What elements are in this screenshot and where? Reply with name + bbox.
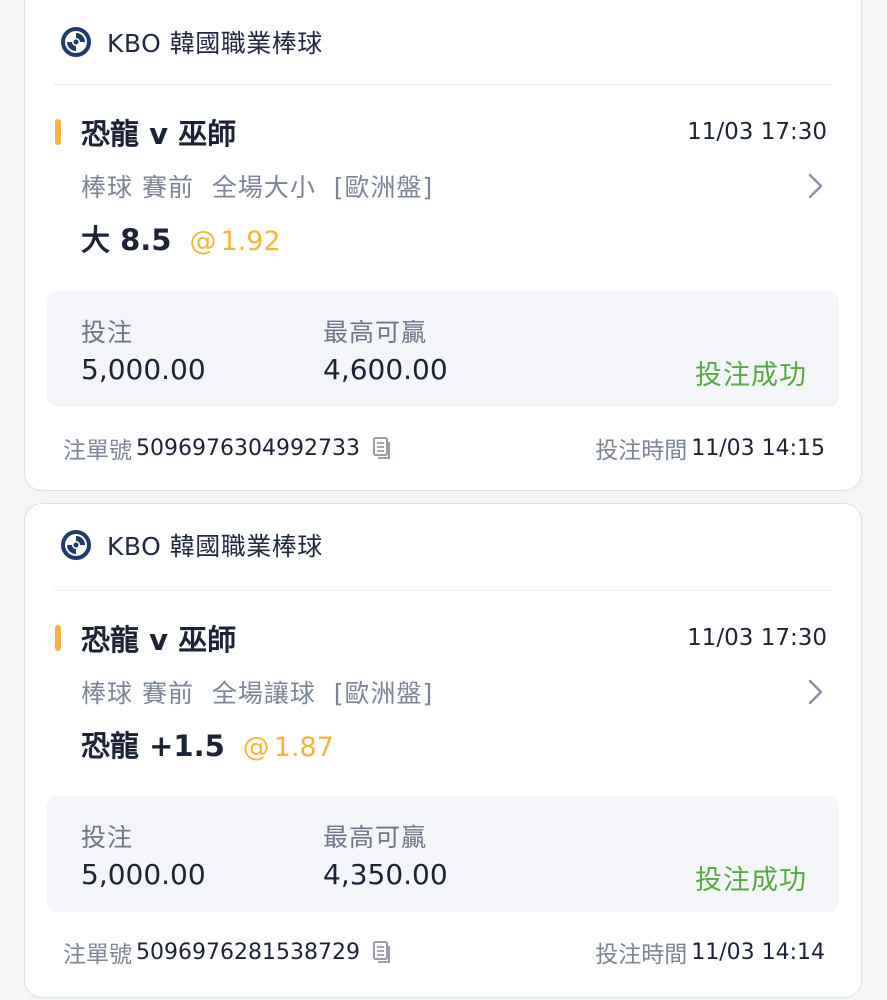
league-name: KBO 韓國職業棒球 [107, 532, 323, 561]
order-number-label: 注單號 [63, 942, 132, 968]
max-win-column: 最高可贏 4,350.00 [323, 818, 448, 891]
kbo-logo-icon [61, 27, 91, 57]
league-name: KBO 韓國職業棒球 [107, 29, 323, 58]
match-title: 恐龍 v 巫師 [81, 117, 237, 151]
bet-footer: 注單號 5096976281538729 投注時間 11/03 14:14 [63, 935, 825, 969]
odds-at-symbol: @ [242, 732, 270, 763]
bet-footer: 注單號 5096976304992733 投注時間 11/03 14:15 [63, 431, 825, 465]
stake-value: 5,000.00 [81, 353, 206, 386]
market-description: 棒球 賽前 全場讓球 [歐洲盤] [81, 679, 434, 708]
order-number: 5096976304992733 [136, 435, 360, 461]
chevron-right-icon[interactable] [805, 170, 825, 202]
bet-history-page: KBO 韓國職業棒球 恐龍 v 巫師 11/03 17:30 棒球 賽前 全場大… [0, 0, 887, 1000]
max-win-label: 最高可贏 [323, 823, 428, 852]
match-title: 恐龍 v 巫師 [81, 623, 237, 657]
stake-label: 投注 [81, 823, 134, 852]
market-row[interactable]: 棒球 賽前 全場讓球 [歐洲盤] [81, 674, 825, 710]
max-win-column: 最高可贏 4,600.00 [323, 313, 448, 386]
bet-time: 11/03 14:15 [691, 435, 825, 461]
bet-time: 11/03 14:14 [691, 939, 825, 965]
chevron-right-icon[interactable] [805, 676, 825, 708]
odds-value: 1.92 [220, 226, 281, 257]
bet-card[interactable]: KBO 韓國職業棒球 恐龍 v 巫師 11/03 17:30 棒球 賽前 全場讓… [24, 503, 862, 998]
kbo-logo-icon [61, 530, 91, 560]
accent-bar [55, 625, 61, 651]
bet-summary: 投注 5,000.00 最高可贏 4,350.00 投注成功 [47, 796, 839, 912]
match-time: 11/03 17:30 [687, 119, 827, 145]
stake-value: 5,000.00 [81, 858, 206, 891]
max-win-value: 4,600.00 [323, 353, 448, 386]
league-header: KBO 韓國職業棒球 [61, 24, 323, 60]
copy-icon[interactable] [372, 436, 392, 460]
odds-at-symbol: @ [189, 226, 217, 257]
max-win-label: 最高可贏 [323, 318, 428, 347]
status-badge: 投注成功 [695, 865, 807, 896]
bet-time-label: 投注時間 [595, 942, 688, 968]
league-header: KBO 韓國職業棒球 [61, 527, 323, 563]
order-number-label: 注單號 [63, 438, 132, 464]
stake-column: 投注 5,000.00 [81, 313, 206, 386]
match-row: 恐龍 v 巫師 11/03 17:30 [55, 617, 827, 659]
accent-bar [55, 119, 61, 145]
pick-row: 恐龍 +1.5 @ 1.87 [81, 723, 334, 765]
pick-row: 大 8.5 @ 1.92 [81, 217, 281, 259]
divider [53, 84, 833, 85]
odds-value: 1.87 [273, 732, 334, 763]
market-description: 棒球 賽前 全場大小 [歐洲盤] [81, 173, 434, 202]
bet-summary: 投注 5,000.00 最高可贏 4,600.00 投注成功 [47, 291, 839, 407]
max-win-value: 4,350.00 [323, 858, 448, 891]
copy-icon[interactable] [372, 940, 392, 964]
match-time: 11/03 17:30 [687, 625, 827, 651]
status-badge: 投注成功 [695, 360, 807, 391]
stake-label: 投注 [81, 318, 134, 347]
stake-column: 投注 5,000.00 [81, 818, 206, 891]
bet-card[interactable]: KBO 韓國職業棒球 恐龍 v 巫師 11/03 17:30 棒球 賽前 全場大… [24, 0, 862, 491]
pick-selection: 恐龍 +1.5 [81, 729, 225, 763]
order-number: 5096976281538729 [136, 939, 360, 965]
pick-selection: 大 8.5 [81, 223, 172, 257]
market-row[interactable]: 棒球 賽前 全場大小 [歐洲盤] [81, 168, 825, 204]
match-row: 恐龍 v 巫師 11/03 17:30 [55, 111, 827, 153]
divider [53, 590, 833, 591]
bet-time-label: 投注時間 [595, 438, 688, 464]
